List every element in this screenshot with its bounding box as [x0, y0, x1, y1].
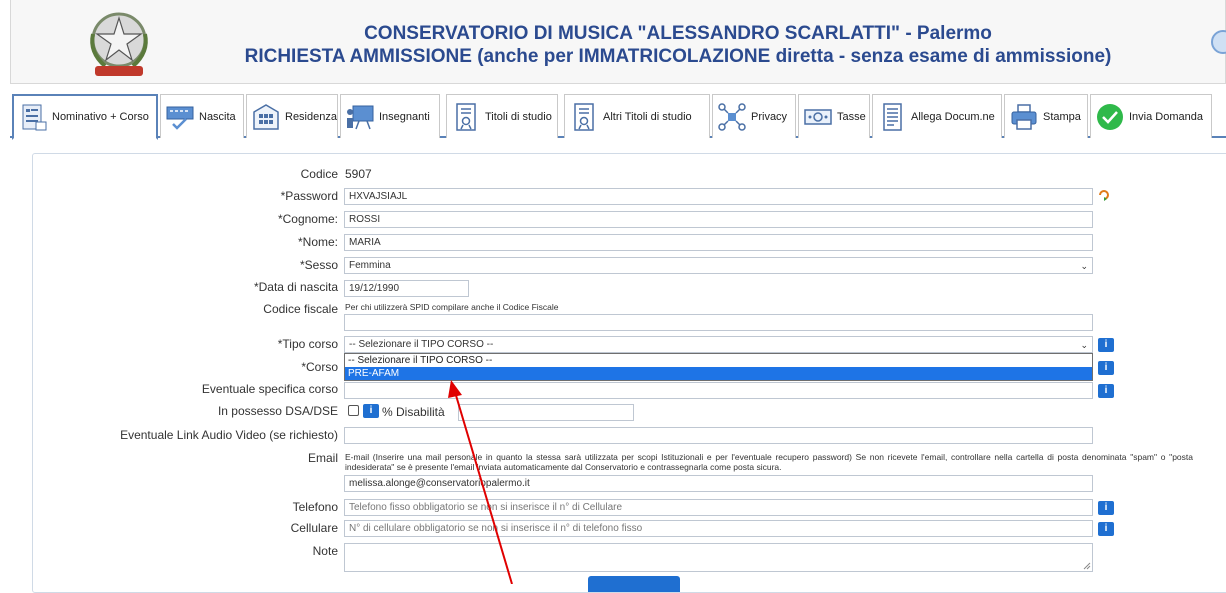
tab-residenza[interactable]: Residenza [246, 94, 338, 138]
tab-tasse[interactable]: Tasse [798, 94, 870, 138]
tab-nascita[interactable]: Nascita [160, 94, 244, 138]
info-icon[interactable]: i [363, 404, 379, 418]
password-value: HXVAJSIAJL [349, 191, 408, 202]
info-icon[interactable]: i [1098, 361, 1114, 375]
note-textarea[interactable] [344, 543, 1093, 572]
password-field[interactable]: HXVAJSIAJL [344, 188, 1093, 205]
codice-fiscale-label: Codice fiscale [263, 302, 338, 316]
disabilita-field[interactable] [458, 404, 634, 421]
dsa-checkbox[interactable] [348, 405, 359, 416]
cellulare-placeholder: N° di cellulare obbligatorio se non si i… [349, 523, 643, 534]
dsa-label: In possesso DSA/DSE [217, 404, 338, 418]
cognome-label: *Cognome: [277, 212, 338, 226]
tab-label: Titoli di studio [485, 110, 552, 123]
sesso-value: Femmina [349, 260, 391, 271]
data-nascita-field[interactable]: 19/12/1990 [344, 280, 469, 297]
email-label: Email [307, 451, 338, 465]
tab-allega-documentazione[interactable]: Allega Docum.ne [872, 94, 1002, 138]
cellulare-label: Cellulare [290, 521, 338, 535]
tab-privacy[interactable]: Privacy [712, 94, 796, 138]
tab-titoli-studio[interactable]: Titoli di studio [446, 94, 558, 138]
info-icon[interactable]: i [1098, 384, 1114, 398]
tab-bar: Nominativo + Corso Nascita Residenza Ins… [10, 94, 1226, 140]
submit-button[interactable] [588, 576, 680, 592]
teacher-board-icon [347, 105, 374, 129]
link-audio-video-field[interactable] [344, 427, 1093, 444]
tab-label: Insegnanti [379, 110, 430, 123]
tab-label: Nascita [199, 110, 236, 123]
telefono-field[interactable]: Telefono fisso obbligatorio se non si in… [344, 499, 1093, 516]
tab-label: Residenza [285, 110, 337, 123]
certificate-icon [574, 102, 594, 131]
repubblica-italiana-emblem [90, 12, 148, 76]
telefono-label: Telefono [292, 500, 338, 514]
tab-insegnanti[interactable]: Insegnanti [340, 94, 440, 138]
tab-label: Altri Titoli di studio [603, 110, 692, 123]
help-icon[interactable] [1211, 30, 1226, 54]
data-nascita-value: 19/12/1990 [349, 283, 400, 294]
corso-label: *Corso [301, 360, 338, 374]
dropdown-option-pre-afam[interactable]: PRE-AFAM [345, 367, 1092, 380]
page-subtitle: RICHIESTA AMMISSIONE (anche per IMMATRIC… [244, 46, 1112, 67]
tab-label: Stampa [1043, 110, 1081, 123]
info-icon[interactable]: i [1098, 338, 1114, 352]
tab-nominativo-corso[interactable]: Nominativo + Corso [12, 94, 158, 140]
tab-stampa[interactable]: Stampa [1004, 94, 1088, 138]
page-header: CONSERVATORIO DI MUSICA "ALESSANDRO SCAR… [10, 0, 1226, 84]
info-icon[interactable]: i [1098, 522, 1114, 536]
cognome-value: ROSSI [349, 214, 381, 225]
keyboard-check-icon [166, 106, 194, 130]
email-hint: E-mail (Inserire una mail personale in q… [345, 452, 1193, 472]
nome-value: MARIA [349, 237, 381, 248]
codice-label: Codice [300, 167, 338, 181]
tipo-corso-label: *Tipo corso [277, 337, 338, 351]
codice-fiscale-field[interactable] [344, 314, 1093, 331]
specifica-corso-label: Eventuale specifica corso [201, 382, 338, 396]
tipo-corso-dropdown: -- Selezionare il TIPO CORSO -- PRE-AFAM [344, 353, 1093, 381]
tab-label: Allega Docum.ne [911, 110, 995, 123]
nome-field[interactable]: MARIA [344, 234, 1093, 251]
sesso-select[interactable]: Femmina ⌄ [344, 257, 1093, 274]
check-circle-icon [1097, 103, 1123, 130]
tipo-corso-value: -- Selezionare il TIPO CORSO -- [349, 339, 494, 350]
chevron-down-icon: ⌄ [1080, 340, 1088, 350]
info-icon[interactable]: i [1098, 501, 1114, 515]
sesso-label: *Sesso [299, 258, 338, 272]
page-title: CONSERVATORIO DI MUSICA "ALESSANDRO SCAR… [364, 23, 992, 44]
tab-label: Invia Domanda [1129, 110, 1203, 123]
tab-label: Nominativo + Corso [52, 111, 149, 123]
tab-label: Privacy [751, 110, 788, 123]
refresh-password-icon[interactable] [1098, 188, 1110, 202]
email-field[interactable]: melissa.alonge@conservatoriopalermo.it [344, 475, 1093, 492]
tab-altri-titoli-studio[interactable]: Altri Titoli di studio [564, 94, 710, 138]
document-icon [883, 102, 902, 131]
printer-icon [1011, 103, 1037, 130]
certificate-icon [456, 102, 476, 131]
codice-value: 5907 [345, 167, 372, 181]
data-nascita-label: *Data di nascita [253, 280, 338, 294]
cognome-field[interactable]: ROSSI [344, 211, 1093, 228]
disabilita-label: % Disabilità [382, 405, 445, 419]
tipo-corso-select[interactable]: -- Selezionare il TIPO CORSO -- ⌄ [344, 336, 1093, 353]
tab-invia-domanda[interactable]: Invia Domanda [1090, 94, 1212, 138]
link-audio-video-label: Eventuale Link Audio Video (se richiesto… [120, 428, 338, 442]
chevron-down-icon: ⌄ [1080, 261, 1088, 271]
cellulare-field[interactable]: N° di cellulare obbligatorio se non si i… [344, 520, 1093, 537]
email-value: melissa.alonge@conservatoriopalermo.it [349, 478, 530, 489]
codice-fiscale-hint: Per chi utilizzerà SPID compilare anche … [345, 302, 559, 312]
payment-icon [804, 108, 832, 125]
dropdown-option-placeholder[interactable]: -- Selezionare il TIPO CORSO -- [345, 354, 1092, 367]
nome-label: *Nome: [297, 235, 338, 249]
note-label: Note [312, 544, 338, 558]
telefono-placeholder: Telefono fisso obbligatorio se non si in… [349, 502, 623, 513]
specifica-corso-field[interactable] [344, 382, 1093, 399]
password-label: *Password [280, 189, 338, 203]
tab-label: Tasse [837, 110, 866, 123]
resize-handle-icon[interactable] [1083, 562, 1091, 570]
network-icon [718, 102, 746, 131]
form-list-icon [22, 104, 47, 131]
building-icon [253, 103, 279, 130]
